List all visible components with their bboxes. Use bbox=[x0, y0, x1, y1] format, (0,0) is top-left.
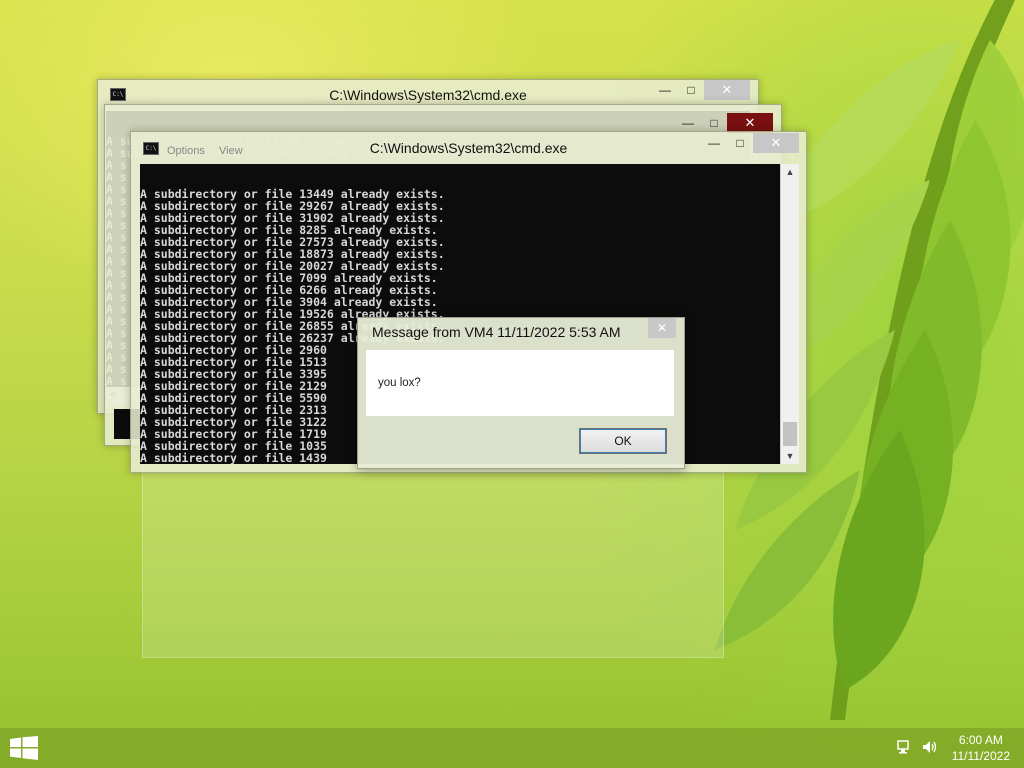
maximize-button[interactable]: □ bbox=[727, 133, 753, 153]
maximize-button[interactable]: □ bbox=[701, 113, 727, 133]
message-dialog[interactable]: Message from VM4 11/11/2022 5:53 AM ✕ yo… bbox=[357, 317, 685, 469]
maximize-button[interactable]: □ bbox=[678, 80, 704, 100]
scrollbar-thumb[interactable] bbox=[783, 422, 797, 446]
minimize-button[interactable]: — bbox=[701, 133, 727, 153]
scroll-down-icon[interactable]: ▼ bbox=[781, 448, 799, 464]
ok-button[interactable]: OK bbox=[579, 428, 667, 454]
scroll-up-icon[interactable]: ▲ bbox=[781, 164, 799, 180]
close-button[interactable]: ✕ bbox=[704, 80, 750, 100]
vertical-scrollbar[interactable]: ▲ ▼ bbox=[780, 164, 799, 464]
close-button[interactable]: ✕ bbox=[753, 133, 799, 153]
minimize-button[interactable]: — bbox=[675, 113, 701, 133]
minimize-button[interactable]: — bbox=[652, 80, 678, 100]
dialog-title: Message from VM4 11/11/2022 5:53 AM bbox=[372, 324, 621, 340]
dialog-close-button[interactable]: ✕ bbox=[648, 318, 676, 338]
ghost-window-frame bbox=[142, 460, 724, 658]
clock-date: 11/11/2022 bbox=[951, 749, 1010, 763]
network-icon[interactable] bbox=[897, 740, 913, 757]
system-clock[interactable]: 6:00 AM 11/11/2022 bbox=[952, 732, 1010, 764]
volume-icon[interactable] bbox=[922, 740, 938, 757]
dialog-message-text: you lox? bbox=[378, 377, 421, 389]
taskbar: 6:00 AM 11/11/2022 bbox=[0, 728, 1024, 768]
clock-time: 6:00 AM bbox=[958, 733, 1003, 747]
windows-start-icon[interactable] bbox=[10, 736, 38, 760]
dialog-body: you lox? bbox=[366, 350, 674, 416]
close-button[interactable]: ✕ bbox=[727, 113, 773, 133]
